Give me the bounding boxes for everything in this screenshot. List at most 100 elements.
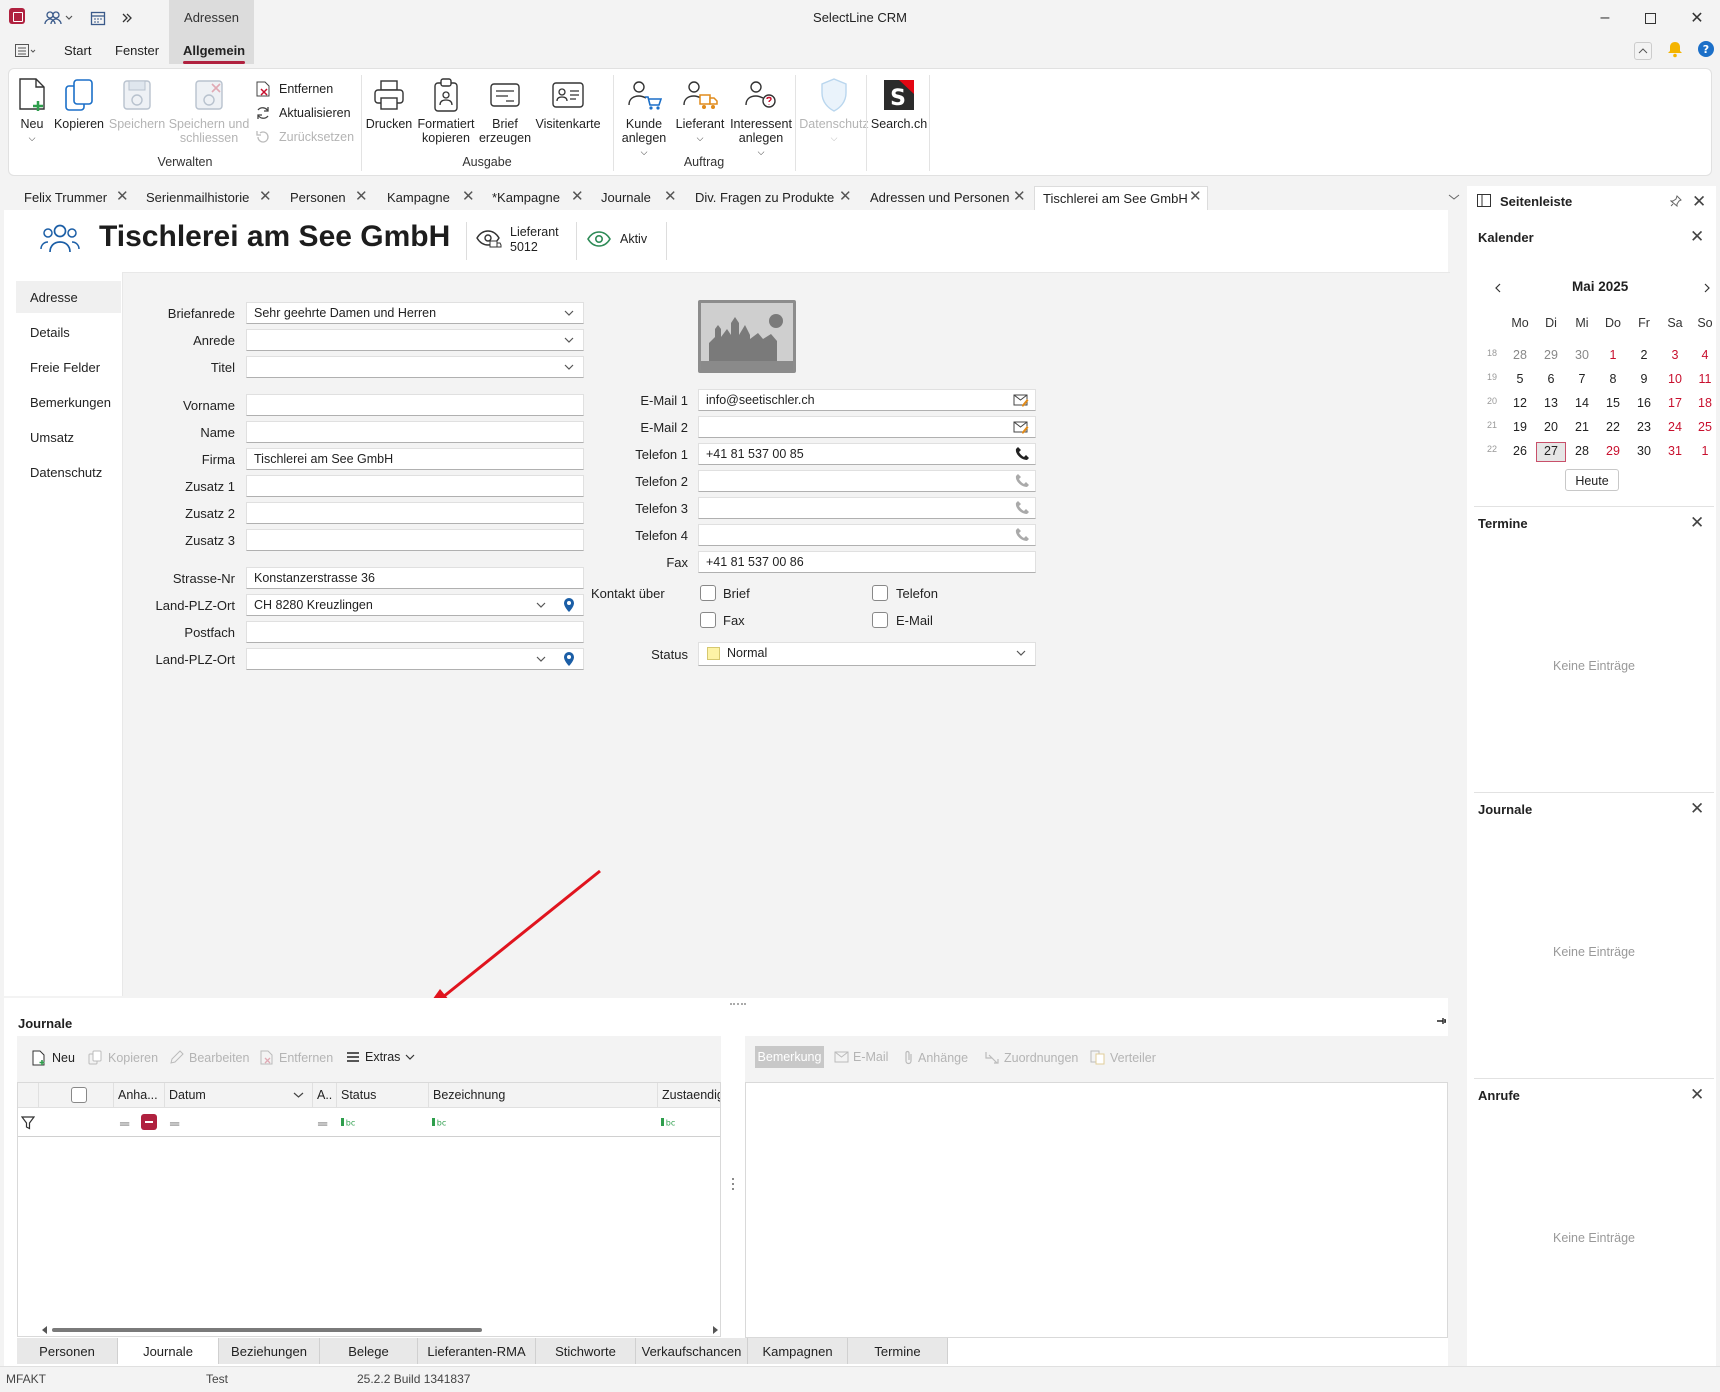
brief-erzeugen-button[interactable]: Brief erzeugen <box>479 75 531 145</box>
calendar-day[interactable]: 16 <box>1629 394 1659 414</box>
phone-icon[interactable] <box>1015 527 1029 542</box>
land-plz-ort-2-select[interactable] <box>246 648 584 670</box>
detail-zuordnungen-button[interactable]: Zuordnungen <box>984 1050 1078 1065</box>
nav-adresse[interactable]: Adresse <box>30 290 78 305</box>
kunde-anlegen-button[interactable]: Kunde anlegen ⌵ <box>617 75 671 159</box>
close-journale-icon[interactable]: ✕ <box>1690 800 1704 817</box>
tel1-input[interactable]: +41 81 537 00 85 <box>698 443 1036 465</box>
nav-freie-felder[interactable]: Freie Felder <box>30 360 100 375</box>
anrede-select[interactable] <box>246 329 584 351</box>
close-tab-icon[interactable]: ✕ <box>259 189 272 204</box>
calendar-day[interactable]: 20 <box>1536 418 1566 438</box>
prev-month-icon[interactable] <box>1494 283 1502 293</box>
doc-tab-tischlerei[interactable]: Tischlerei am See GmbH <box>1034 186 1208 210</box>
detail-bemerkung-button[interactable]: Bemerkung <box>755 1046 824 1068</box>
calendar-day[interactable]: 29 <box>1598 442 1628 462</box>
bottom-tab-verkaufschancen[interactable]: Verkaufschancen <box>636 1338 748 1364</box>
calendar-day[interactable]: 8 <box>1598 370 1628 390</box>
journal-extras-button[interactable]: Extras <box>346 1050 415 1064</box>
calendar-day[interactable]: 1 <box>1598 346 1628 366</box>
calendar-day[interactable]: 26 <box>1505 442 1535 462</box>
doc-tab-div-fragen[interactable]: Div. Fragen zu Produkte <box>695 190 834 212</box>
calendar-day[interactable]: 24 <box>1660 418 1690 438</box>
entfernen-button[interactable]: Entfernen <box>255 81 333 97</box>
close-window-button[interactable]: ✕ <box>1674 0 1720 36</box>
vorname-input[interactable] <box>246 394 584 416</box>
filter-equals-icon[interactable]: ═ <box>318 1116 327 1131</box>
calendar-day[interactable]: 15 <box>1598 394 1628 414</box>
app-menu-icon[interactable] <box>15 44 37 58</box>
doc-tab-kampagne-modified[interactable]: *Kampagne <box>492 190 560 212</box>
close-tab-icon[interactable]: ✕ <box>839 189 852 204</box>
zusatz2-input[interactable] <box>246 502 584 524</box>
bottom-tab-kampagnen[interactable]: Kampagnen <box>748 1338 848 1364</box>
calendar-day[interactable]: 28 <box>1505 346 1535 366</box>
bottom-tab-termine[interactable]: Termine <box>848 1338 948 1364</box>
select-all-checkbox[interactable] <box>71 1087 87 1103</box>
close-tab-icon[interactable]: ✕ <box>116 189 129 204</box>
kopieren-button[interactable]: Kopieren <box>51 75 107 131</box>
close-tab-icon[interactable]: ✕ <box>1013 189 1026 204</box>
calendar-day[interactable]: 5 <box>1505 370 1535 390</box>
calendar-day[interactable]: 28 <box>1567 442 1597 462</box>
bottom-tab-stichworte[interactable]: Stichworte <box>536 1338 636 1364</box>
nav-umsatz[interactable]: Umsatz <box>30 430 74 445</box>
doc-tab-personen[interactable]: Personen <box>290 190 346 212</box>
maximize-button[interactable] <box>1627 0 1673 36</box>
speichern-schliessen-button[interactable]: Speichern und schliessen <box>167 75 251 145</box>
calendar-day[interactable]: 7 <box>1567 370 1597 390</box>
drucken-button[interactable]: Drucken <box>365 75 413 131</box>
calendar-day[interactable]: 4 <box>1690 346 1720 366</box>
help-icon[interactable]: ? <box>1697 40 1715 58</box>
nav-bemerkungen[interactable]: Bemerkungen <box>30 395 111 410</box>
contacts-quick-icon[interactable] <box>44 8 74 28</box>
postfach-input[interactable] <box>246 621 584 643</box>
minimize-button[interactable]: – <box>1582 0 1628 36</box>
calendar-day[interactable]: 27 <box>1536 442 1566 462</box>
phone-icon[interactable] <box>1015 500 1029 515</box>
titel-select[interactable] <box>246 356 584 378</box>
fax-checkbox[interactable] <box>700 612 716 628</box>
close-termine-icon[interactable]: ✕ <box>1690 514 1704 531</box>
zusatz3-input[interactable] <box>246 529 584 551</box>
calendar-day[interactable]: 22 <box>1598 418 1628 438</box>
tabs-dropdown-icon[interactable] <box>1448 193 1460 201</box>
bottom-tab-journale[interactable]: Journale <box>118 1338 219 1364</box>
zuruecksetzen-button[interactable]: Zurücksetzen <box>255 129 354 145</box>
doc-tab-adressen-personen[interactable]: Adressen und Personen <box>870 190 1009 212</box>
bottom-tab-belege[interactable]: Belege <box>320 1338 418 1364</box>
splitter-handle[interactable] <box>730 1003 746 1005</box>
nav-datenschutz[interactable]: Datenschutz <box>30 465 102 480</box>
calendar-day[interactable]: 31 <box>1660 442 1690 462</box>
filter-text-icon[interactable]: bc <box>661 1117 677 1127</box>
datenschutz-button[interactable]: Datenschutz ⌵ <box>797 75 871 145</box>
grid-header-status[interactable]: Status <box>337 1083 429 1107</box>
interessent-anlegen-button[interactable]: Interessent anlegen ⌵ <box>729 75 793 159</box>
doc-tab-felix-trummer[interactable]: Felix Trummer <box>24 190 107 212</box>
heute-button[interactable]: Heute <box>1565 469 1619 491</box>
pin-icon[interactable] <box>1670 195 1682 207</box>
tel2-input[interactable] <box>698 470 1036 492</box>
close-sidebar-icon[interactable]: ✕ <box>1692 193 1706 210</box>
menu-tab-start[interactable]: Start <box>64 43 91 58</box>
status-select[interactable]: Normal <box>698 642 1036 666</box>
calendar-day[interactable]: 1 <box>1690 442 1720 462</box>
detail-verteiler-button[interactable]: Verteiler <box>1090 1050 1156 1065</box>
close-tab-icon[interactable]: ✕ <box>1189 189 1202 204</box>
filter-icon[interactable] <box>21 1116 35 1130</box>
grid-header-a[interactable]: A.. <box>313 1083 337 1107</box>
grid-header-zustaendig[interactable]: Zustaendig <box>658 1083 720 1107</box>
map-pin-icon[interactable] <box>563 597 575 613</box>
doc-tab-kampagne[interactable]: Kampagne <box>387 190 450 212</box>
calendar-day[interactable]: 18 <box>1690 394 1720 414</box>
calendar-day[interactable]: 30 <box>1629 442 1659 462</box>
close-tab-icon[interactable]: ✕ <box>571 189 584 204</box>
calendar-month[interactable]: Mai 2025 <box>1572 279 1628 294</box>
tel4-input[interactable] <box>698 524 1036 546</box>
close-tab-icon[interactable]: ✕ <box>462 189 475 204</box>
aktualisieren-button[interactable]: Aktualisieren <box>255 105 351 121</box>
calendar-day[interactable]: 17 <box>1660 394 1690 414</box>
calendar-day[interactable]: 19 <box>1505 418 1535 438</box>
close-calendar-icon[interactable]: ✕ <box>1690 228 1704 245</box>
calendar-day[interactable]: 21 <box>1567 418 1597 438</box>
